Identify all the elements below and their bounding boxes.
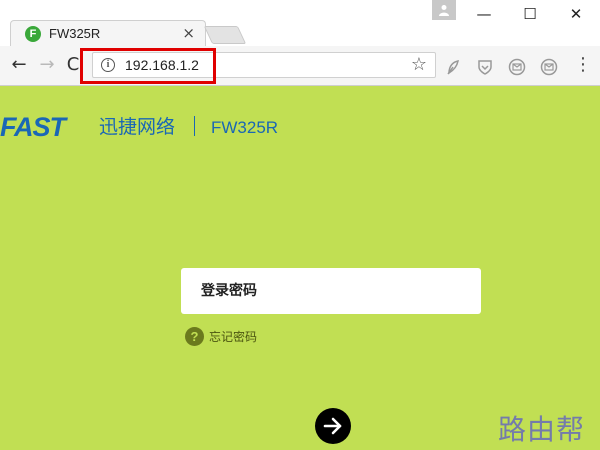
login-button[interactable]	[315, 408, 351, 444]
password-input[interactable]	[181, 268, 481, 314]
password-field-container	[181, 268, 481, 314]
tab-close-icon[interactable]: ×	[182, 24, 195, 42]
extension-shield-icon[interactable]	[476, 58, 494, 76]
tab-title: FW325R	[49, 26, 101, 41]
star-icon[interactable]: ☆	[411, 54, 427, 75]
maximize-button[interactable]: ☐	[507, 0, 553, 30]
extension-leaf-icon[interactable]	[444, 58, 462, 76]
browser-tab[interactable]: F FW325R ×	[10, 20, 206, 46]
back-button[interactable]: ←	[8, 54, 30, 76]
profile-button[interactable]	[432, 0, 456, 20]
close-window-button[interactable]: ✕	[553, 0, 599, 30]
minimize-button[interactable]: —	[461, 0, 507, 30]
brand-separator	[194, 116, 195, 136]
menu-icon[interactable]: ⋮	[574, 54, 592, 75]
brand-chinese-name: 迅捷网络	[99, 116, 176, 138]
help-icon: ?	[185, 327, 204, 346]
favicon-icon: F	[25, 26, 41, 42]
router-model: FW325R	[211, 118, 279, 137]
forgot-password-label[interactable]: 忘记密码	[209, 328, 257, 345]
fast-logo: FAST	[0, 112, 66, 142]
profile-icon	[439, 5, 449, 16]
arrow-right-icon	[323, 417, 342, 435]
extension-mail-icon[interactable]	[540, 58, 558, 76]
new-tab-button[interactable]	[203, 26, 247, 44]
address-highlight-box	[80, 48, 216, 84]
extension-mail-icon[interactable]	[508, 58, 526, 76]
browser-titlebar: F FW325R × — ☐ ✕	[0, 0, 600, 46]
forward-button[interactable]: →	[36, 54, 58, 76]
watermark: 路由帮	[498, 413, 586, 446]
